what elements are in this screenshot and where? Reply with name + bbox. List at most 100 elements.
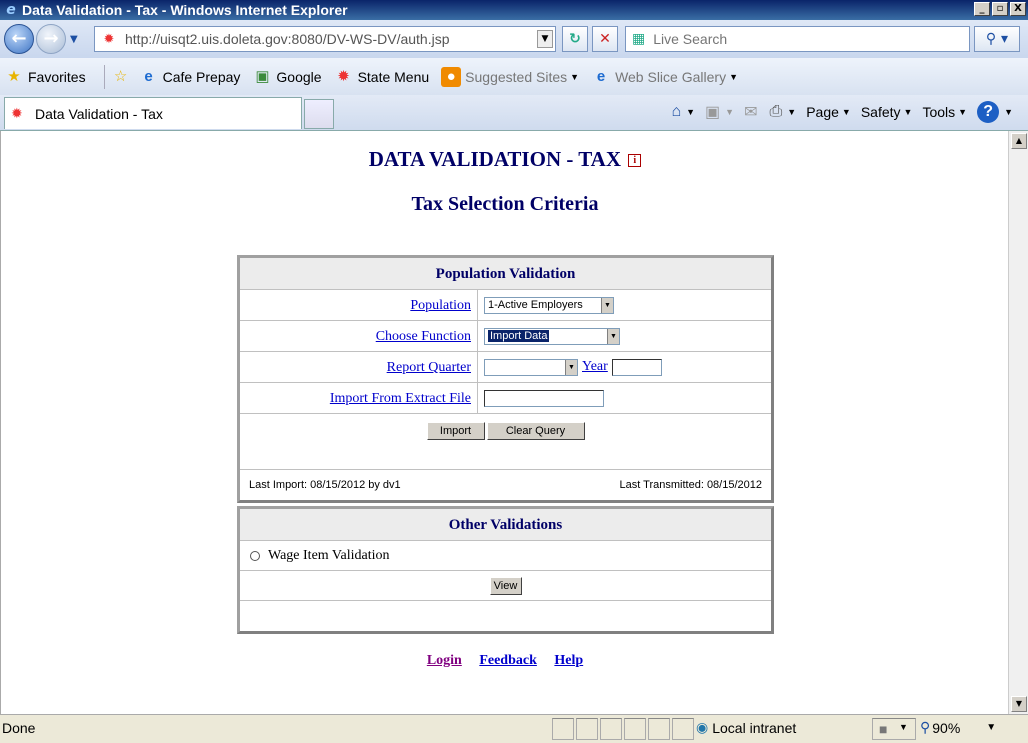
bottom-links: Login Feedback Help [1,653,1009,669]
safety-menu-label: Safety [860,104,901,120]
close-window-button[interactable]: X [1010,2,1026,16]
security-zone[interactable]: ◉ Local intranet [696,719,796,736]
population-link[interactable]: Population [410,298,471,313]
population-value-cell: 1-Active Employers ▼ [478,290,771,320]
last-import-text: Last Import: 08/15/2012 by dv1 [249,479,401,491]
status-panel [600,718,622,740]
import-status-row: Last Import: 08/15/2012 by dv1 Last Tran… [240,470,771,500]
page-subtitle: Tax Selection Criteria [411,193,599,215]
favorite-label: Google [276,68,322,85]
clear-query-button[interactable]: Clear Query [486,422,585,440]
import-from-extract-file-link[interactable]: Import From Extract File [330,391,471,406]
wage-item-validation-label: Wage Item Validation [268,547,390,563]
google-icon: ▣ [255,67,270,85]
import-button[interactable]: Import [426,422,485,440]
quarter-label-cell: Report Quarter [240,352,478,382]
read-mail-button[interactable]: ✉ [741,102,762,122]
back-button[interactable]: ← [4,24,34,54]
tools-menu[interactable]: Tools ▼ [919,104,970,120]
extract-file-input[interactable] [484,389,604,407]
import-file-row: Import From Extract File [240,383,771,414]
print-button[interactable]: ⎙ ▼ [766,103,799,121]
rss-icon: ▣ [705,104,721,121]
view-button[interactable]: View [489,576,522,595]
tools-menu-label: Tools [922,104,956,120]
stop-button[interactable]: ✕ [592,26,618,52]
quarter-value-cell: ▼ Year [478,352,771,382]
window-controls: _ ▫ X [974,2,1026,16]
report-quarter-link[interactable]: Report Quarter [387,360,471,375]
action-buttons-row: Import Clear Query [240,414,771,470]
chevron-down-icon: ▼ [570,71,580,82]
chevron-down-icon[interactable]: ▼ [607,328,619,344]
protected-mode-button[interactable]: ■ ▼ [872,718,916,740]
info-icon[interactable]: i [628,154,642,167]
url-text[interactable]: http://uisqt2.uis.doleta.gov:8080/DV-WS-… [125,31,450,47]
favorites-separator [103,64,105,89]
address-bar[interactable]: ✹ http://uisqt2.uis.doleta.gov:8080/DV-W… [94,26,556,52]
favorite-item-google[interactable]: ▣ Google [252,67,321,87]
favorite-label: Web Slice Gallery [615,68,727,85]
population-validation-heading: Population Validation [240,258,771,290]
chevron-down-icon: ▼ [903,107,913,117]
lock-icon: ■ [879,721,888,737]
scroll-up-arrow-icon[interactable]: ▲ [1011,133,1027,149]
choose-function-link[interactable]: Choose Function [376,329,471,344]
function-label-cell: Choose Function [240,321,478,351]
vertical-scrollbar[interactable]: ▲ ▼ [1008,131,1028,714]
restore-button[interactable]: ▫ [992,2,1008,16]
safety-menu[interactable]: Safety ▼ [858,104,916,120]
favorite-item-web-slice-gallery[interactable]: e Web Slice Gallery ▼ [591,67,738,87]
window-title-bar: e Data Validation - Tax - Windows Intern… [0,0,1028,20]
search-box[interactable]: ▦ [625,26,970,52]
favorite-item-state-menu[interactable]: ✹ State Menu [334,67,429,87]
ie-page-icon: e [144,67,153,85]
year-link[interactable]: Year [582,359,608,375]
status-panel [552,718,574,740]
tab-data-validation-tax[interactable]: ✹ Data Validation - Tax [4,97,302,129]
report-quarter-row: Report Quarter ▼ Year [240,352,771,383]
add-to-favorites-icon: ☆ [113,67,128,85]
scroll-down-arrow-icon[interactable]: ▼ [1011,696,1027,712]
home-button[interactable]: ⌂ ▼ [668,103,698,121]
refresh-button[interactable]: ↻ [562,26,588,52]
zoom-level: 90% [932,719,961,736]
favorites-button[interactable]: ★ Favorites [4,67,85,87]
zoom-control[interactable]: ⚲ 90% ▼ [920,719,996,736]
search-button[interactable]: ⚲ ▾ [974,26,1020,52]
status-text: Done [2,720,36,736]
add-favorite-button[interactable]: ☆ [111,67,135,87]
other-validations-heading: Other Validations [240,509,771,541]
tab-bar: ✹ Data Validation - Tax ⌂ ▼ ▣ ▼ ✉ ⎙ ▼ Page ▼… [0,95,1028,131]
forward-button[interactable]: → [36,24,66,54]
chevron-down-icon: ▼ [986,722,997,733]
function-row: Choose Function Import Data ▼ [240,321,771,352]
year-input[interactable] [611,358,662,376]
chevron-down-icon[interactable]: ▼ [565,359,577,375]
minimize-button[interactable]: _ [974,2,990,16]
new-tab-button[interactable] [304,99,334,129]
intranet-globe-icon: ◉ [696,719,709,735]
login-link[interactable]: Login [427,653,462,668]
help-link[interactable]: Help [554,653,583,668]
feeds-button[interactable]: ▣ ▼ [702,102,737,122]
favorite-item-cafe-prepay[interactable]: e Cafe Prepay [139,67,240,87]
wage-item-validation-row[interactable]: Wage Item Validation [240,541,771,571]
help-menu[interactable]: ? ▼ [974,101,1016,123]
chevron-down-icon: ▼ [686,107,696,117]
report-quarter-select[interactable]: ▼ [484,358,578,376]
population-validation-panel: Population Validation Population 1-Activ… [237,255,774,503]
function-select[interactable]: Import Data ▼ [484,327,620,345]
history-dropdown-icon[interactable]: ▼ [70,34,78,45]
favorite-item-suggested-sites[interactable]: ● Suggested Sites ▼ [441,66,580,87]
population-select[interactable]: 1-Active Employers ▼ [484,296,614,314]
last-transmitted-text: Last Transmitted: 08/15/2012 [619,479,762,491]
page-menu[interactable]: Page ▼ [803,104,854,120]
feedback-link[interactable]: Feedback [479,653,537,668]
chevron-down-icon[interactable]: ▼ [601,297,613,313]
search-input[interactable] [651,30,952,48]
address-dropdown-icon[interactable]: ▼ [537,30,553,48]
wage-item-validation-radio[interactable] [250,550,260,561]
status-panel [672,718,694,740]
function-value-cell: Import Data ▼ [478,321,771,351]
